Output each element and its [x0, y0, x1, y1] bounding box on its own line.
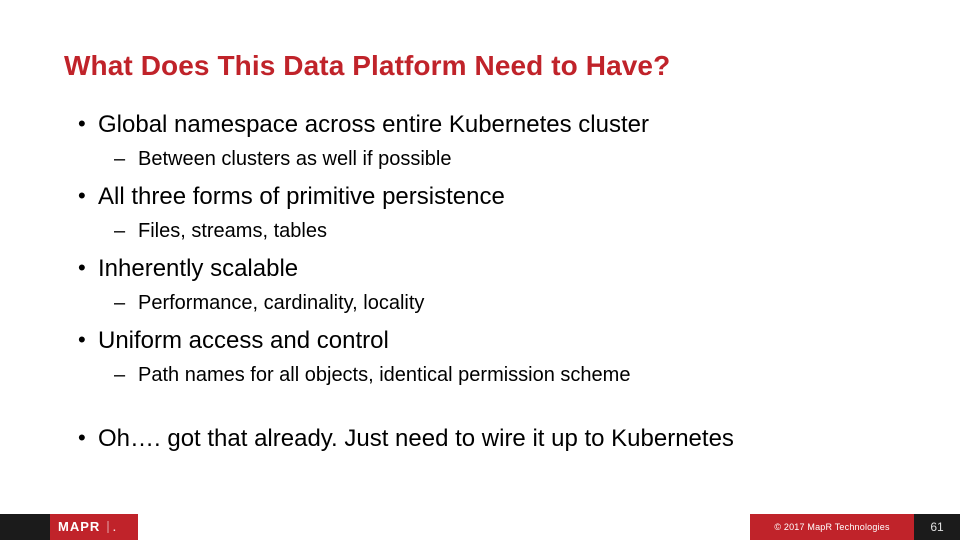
list-item: Uniform access and control Path names fo…	[64, 326, 900, 388]
sub-list-item: Path names for all objects, identical pe…	[98, 362, 900, 388]
svg-text:.: .	[113, 523, 117, 534]
slide-title: What Does This Data Platform Need to Hav…	[64, 50, 900, 82]
sub-list-item: Between clusters as well if possible	[98, 146, 900, 172]
spacer	[64, 398, 900, 424]
list-item: All three forms of primitive persistence…	[64, 182, 900, 244]
closing-list: Oh…. got that already. Just need to wire…	[64, 424, 900, 454]
list-item-text: Uniform access and control	[98, 327, 389, 354]
sub-list-item: Performance, cardinality, locality	[98, 290, 900, 316]
svg-text:MAPR: MAPR	[58, 519, 100, 534]
mapr-logo: MAPR .	[50, 514, 138, 540]
list-item: Inherently scalable Performance, cardina…	[64, 254, 900, 316]
footer: MAPR . © 2017 MapR Technologies 61	[0, 514, 960, 540]
page-number: 61	[914, 514, 960, 540]
sub-list: Path names for all objects, identical pe…	[98, 362, 900, 388]
content-area: What Does This Data Platform Need to Hav…	[0, 0, 960, 454]
sub-list: Performance, cardinality, locality	[98, 290, 900, 316]
footer-dark-segment	[0, 514, 50, 540]
list-item: Global namespace across entire Kubernete…	[64, 110, 900, 172]
list-item-text: All three forms of primitive persistence	[98, 183, 505, 210]
footer-copyright: © 2017 MapR Technologies	[750, 514, 914, 540]
sub-list: Files, streams, tables	[98, 218, 900, 244]
list-item-text: Global namespace across entire Kubernete…	[98, 111, 649, 138]
bullet-list: Global namespace across entire Kubernete…	[64, 110, 900, 388]
slide: What Does This Data Platform Need to Hav…	[0, 0, 960, 540]
sub-list: Between clusters as well if possible	[98, 146, 900, 172]
closing-item: Oh…. got that already. Just need to wire…	[64, 424, 900, 454]
mapr-logo-icon: MAPR .	[58, 519, 130, 535]
sub-list-item: Files, streams, tables	[98, 218, 900, 244]
list-item-text: Inherently scalable	[98, 255, 298, 282]
